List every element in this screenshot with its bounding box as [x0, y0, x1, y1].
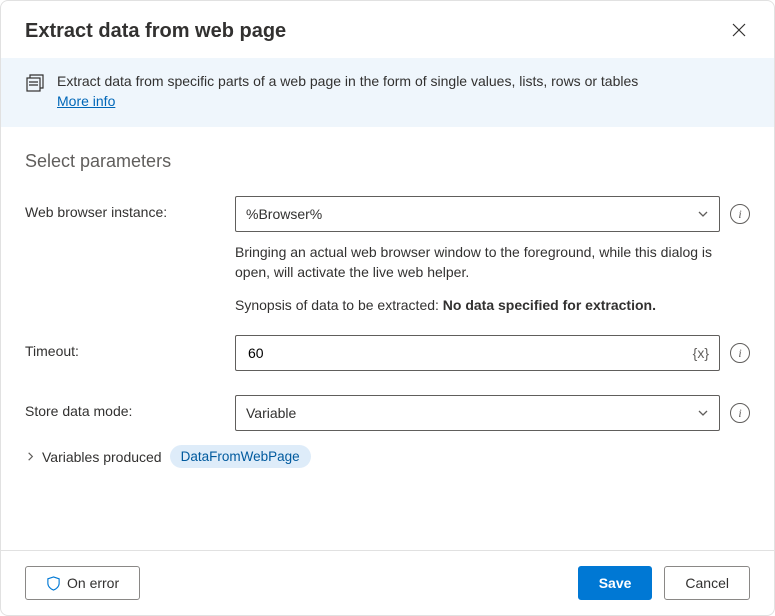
cancel-label: Cancel — [685, 575, 729, 591]
info-banner: Extract data from specific parts of a we… — [1, 58, 774, 127]
dialog-footer: On error Save Cancel — [1, 550, 774, 615]
store-info-icon[interactable]: i — [730, 403, 750, 423]
more-info-link[interactable]: More info — [57, 93, 115, 109]
browser-help-2: Synopsis of data to be extracted: No dat… — [235, 295, 716, 315]
chevron-down-icon — [697, 208, 709, 220]
variable-chip[interactable]: DataFromWebPage — [170, 445, 311, 468]
timeout-label: Timeout: — [25, 335, 235, 359]
on-error-label: On error — [67, 575, 119, 591]
banner-description: Extract data from specific parts of a we… — [57, 73, 638, 89]
timeout-row: Timeout: {x} i — [25, 335, 750, 371]
dialog-content: Select parameters Web browser instance: … — [1, 127, 774, 550]
timeout-input-wrap[interactable]: {x} — [235, 335, 720, 371]
browser-label: Web browser instance: — [25, 196, 235, 220]
browser-help-1: Bringing an actual web browser window to… — [235, 242, 716, 283]
save-label: Save — [599, 575, 632, 591]
timeout-input[interactable] — [246, 344, 693, 362]
browser-info-icon[interactable]: i — [730, 204, 750, 224]
store-row: Store data mode: Variable i — [25, 395, 750, 431]
variables-label: Variables produced — [42, 449, 162, 465]
browser-select[interactable]: %Browser% — [235, 196, 720, 232]
page-extract-icon — [25, 74, 45, 97]
variables-row: Variables produced DataFromWebPage — [25, 445, 750, 468]
close-button[interactable] — [728, 19, 750, 44]
synopsis-prefix: Synopsis of data to be extracted: — [235, 297, 443, 313]
browser-row: Web browser instance: %Browser% i — [25, 196, 750, 232]
banner-text: Extract data from specific parts of a we… — [57, 72, 638, 111]
variable-token-icon[interactable]: {x} — [693, 345, 709, 361]
store-select[interactable]: Variable — [235, 395, 720, 431]
browser-help-block: Bringing an actual web browser window to… — [235, 242, 716, 315]
chevron-down-icon — [697, 407, 709, 419]
variables-expander[interactable]: Variables produced — [25, 449, 162, 465]
synopsis-status: No data specified for extraction. — [443, 297, 656, 313]
dialog-title: Extract data from web page — [25, 20, 286, 43]
browser-select-value: %Browser% — [246, 206, 322, 222]
section-title: Select parameters — [25, 151, 750, 172]
chevron-right-icon — [25, 451, 36, 462]
close-icon — [732, 23, 746, 37]
store-label: Store data mode: — [25, 395, 235, 419]
dialog-header: Extract data from web page — [1, 1, 774, 58]
dialog: Extract data from web page Extract data … — [0, 0, 775, 616]
save-button[interactable]: Save — [578, 566, 653, 600]
cancel-button[interactable]: Cancel — [664, 566, 750, 600]
footer-actions: Save Cancel — [578, 566, 750, 600]
timeout-info-icon[interactable]: i — [730, 343, 750, 363]
shield-icon — [46, 576, 61, 591]
store-select-value: Variable — [246, 405, 296, 421]
on-error-button[interactable]: On error — [25, 566, 140, 600]
